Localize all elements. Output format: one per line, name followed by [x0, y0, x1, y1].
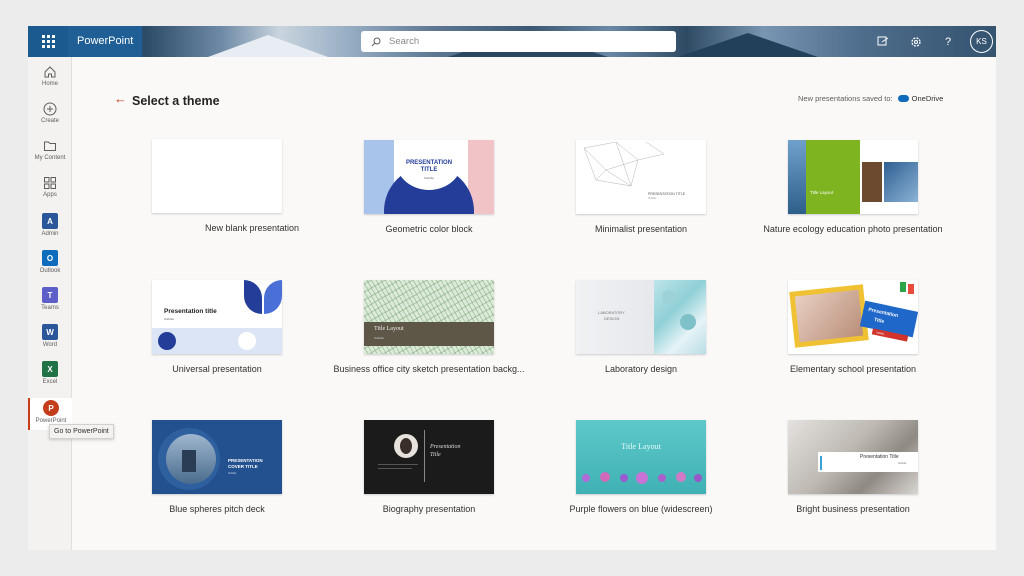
theme-thumbnail[interactable]: Presentation Title Subtitle [788, 420, 918, 494]
theme-thumbnail[interactable]: Title Layout [788, 140, 918, 214]
theme-label: Elementary school presentation [789, 364, 917, 374]
thumb-title: PRESENTATION [405, 160, 453, 166]
rail-label: Home [41, 81, 58, 87]
banner-mountain [208, 35, 328, 57]
thumb-title: LABORATORY [598, 310, 625, 315]
rail-label: Outlook [39, 268, 61, 274]
rail-item-outlook[interactable]: O Outlook [28, 250, 72, 286]
theme-thumbnail[interactable]: Title Layout Subtitle [364, 280, 494, 354]
rail-label: My Content [34, 155, 66, 161]
apps-icon [44, 177, 56, 189]
search-input[interactable]: Search [361, 31, 676, 52]
thumb-title: TITLE [420, 167, 438, 173]
save-location-label: New presentations saved to: [798, 94, 893, 103]
plus-circle-icon [43, 102, 57, 116]
top-bar: PowerPoint Search ? KS [28, 26, 996, 57]
thumb-title: DESIGN [604, 316, 620, 321]
settings-button[interactable] [905, 31, 927, 52]
rail-item-home[interactable]: Home [28, 65, 72, 101]
outlook-icon: O [42, 250, 58, 266]
rail-label: Word [42, 342, 58, 348]
rail-item-my-content[interactable]: My Content [28, 139, 72, 175]
banner-mountain [678, 33, 818, 57]
powerpoint-icon: P [43, 400, 59, 416]
thumb-title: Title Layout [374, 326, 404, 332]
theme-thumbnail[interactable]: LABORATORY DESIGN [576, 280, 706, 354]
rail-item-word[interactable]: W Word [28, 324, 72, 360]
thumb-title: Title Layout [810, 190, 834, 195]
page-title: Select a theme [132, 94, 220, 108]
thumb-subtitle: Subtitle [648, 197, 657, 200]
thumb-subtitle: Subtitle [423, 176, 434, 180]
thumb-title: Presentation title [164, 308, 217, 315]
theme-thumbnail[interactable]: Presentation Title Subtitle [788, 280, 918, 354]
thumb-title: PRESENTATION [228, 458, 263, 463]
thumb-title: PRESENTATION TITLE [648, 192, 686, 196]
rail-label: Excel [42, 379, 58, 385]
teams-icon: T [42, 287, 58, 303]
theme-thumbnail[interactable]: Title Layout [576, 420, 706, 494]
whats-new-button[interactable] [872, 31, 894, 52]
search-icon [371, 37, 381, 46]
save-location-info: New presentations saved to: OneDrive [798, 94, 943, 103]
rail-item-apps[interactable]: Apps [28, 176, 72, 212]
theme-label: Nature ecology education photo presentat… [763, 224, 943, 234]
thumb-subtitle: Subtitle [228, 472, 237, 475]
app-window: PowerPoint Search ? KS Home Create My Co… [28, 26, 996, 550]
tooltip: Go to PowerPoint [49, 424, 114, 439]
folder-icon [44, 141, 56, 151]
waffle-icon [41, 35, 55, 48]
rail-item-create[interactable]: Create [28, 102, 72, 138]
rail-label: Teams [41, 305, 59, 311]
word-icon: W [42, 324, 58, 340]
help-button[interactable]: ? [937, 31, 959, 52]
rail-label: Apps [43, 192, 57, 198]
avatar[interactable]: KS [970, 30, 993, 53]
theme-thumbnail[interactable]: PRESENTATION TITLE Subtitle [364, 140, 494, 214]
theme-thumbnail[interactable] [152, 139, 282, 213]
back-arrow-icon[interactable]: ← [114, 92, 127, 106]
home-icon [44, 66, 56, 78]
app-launcher-button[interactable] [28, 26, 68, 57]
save-location-value[interactable]: OneDrive [912, 94, 944, 103]
thumb-subtitle: Subtitle [374, 336, 385, 340]
thumb-title: Presentation Title [860, 454, 899, 460]
search-placeholder: Search [389, 36, 420, 47]
excel-icon: X [42, 361, 58, 377]
thumb-subtitle: Subtitle [898, 462, 907, 465]
settings-gear-icon [911, 36, 921, 47]
theme-thumbnail[interactable]: PRESENTATION COVER TITLE Subtitle [152, 420, 282, 494]
rail-item-excel[interactable]: X Excel [28, 361, 72, 397]
theme-thumbnail[interactable]: Presentation Title [364, 420, 494, 494]
thumb-title: Title Layout [621, 442, 661, 451]
app-name[interactable]: PowerPoint [68, 26, 142, 57]
help-icon: ? [944, 35, 952, 48]
theme-thumbnail[interactable]: PRESENTATION TITLE Subtitle [576, 140, 706, 214]
admin-icon: A [42, 213, 58, 229]
left-rail: Home Create My Content Apps A Admin O Ou… [28, 57, 72, 550]
theme-thumbnail[interactable]: Presentation title Subtitle [152, 280, 282, 354]
thumb-title: Title [430, 452, 441, 458]
rail-item-teams[interactable]: T Teams [28, 287, 72, 323]
onedrive-cloud-icon [897, 95, 909, 102]
wireframe-art [583, 141, 665, 187]
theme-label: Bright business presentation [796, 504, 910, 514]
thumb-subtitle: Subtitle [164, 317, 175, 321]
rail-label: Create [40, 118, 59, 124]
whats-new-icon [877, 36, 889, 46]
rail-label: Admin [41, 231, 59, 237]
rail-item-admin[interactable]: A Admin [28, 213, 72, 249]
thumb-title: Presentation [430, 444, 461, 450]
thumb-title: COVER TITLE [228, 464, 258, 469]
